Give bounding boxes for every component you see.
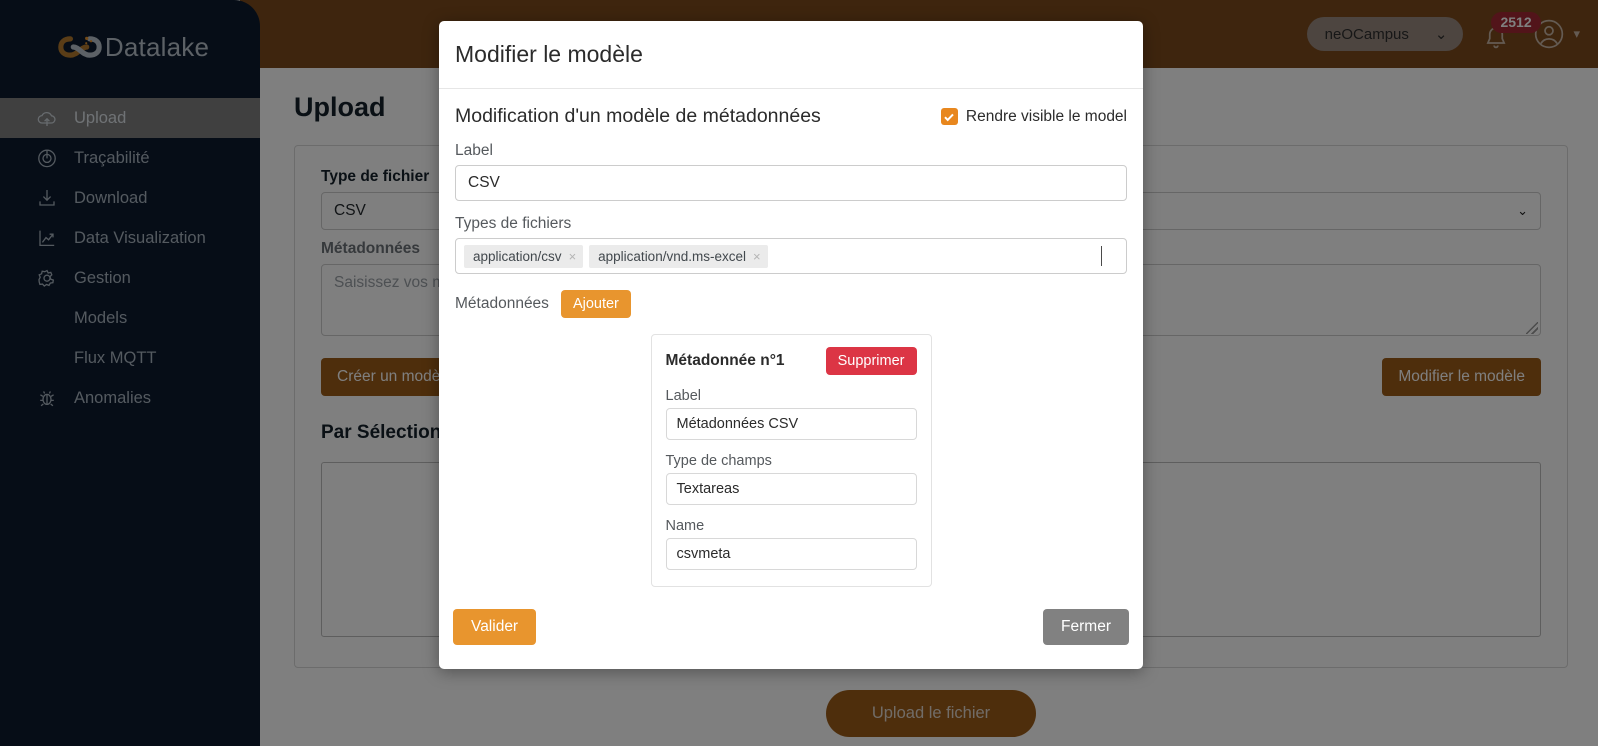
metadata-name-field-label: Name [665, 518, 705, 534]
close-button[interactable]: Fermer [1043, 609, 1129, 645]
add-metadata-button[interactable]: Ajouter [560, 290, 631, 318]
visible-checkbox[interactable] [940, 108, 958, 125]
filetype-tag-label: application/csv [473, 248, 562, 264]
filetypes-input[interactable]: application/csv × application/vnd.ms-exc… [455, 238, 1127, 274]
text-cursor [1101, 246, 1102, 266]
edit-model-modal: Modifier le modèle Modification d'un mod… [439, 21, 1143, 669]
metadata-card-header: Métadonnée n°1 Supprimer [666, 347, 917, 375]
delete-metadata-button[interactable]: Supprimer [825, 347, 917, 375]
label-input[interactable]: CSV [455, 165, 1127, 201]
metadata-section-label: Métadonnées [455, 295, 549, 312]
filetypes-field-label: Types de fichiers [455, 215, 572, 232]
validate-button[interactable]: Valider [453, 609, 537, 645]
modal-subtitle-row: Modification d'un modèle de métadonnées … [455, 105, 1127, 128]
modal-body: Modification d'un modèle de métadonnées … [439, 89, 1143, 587]
screen-root: neOCampus ⌄ 2512 ▾ [0, 0, 1598, 746]
label-input-value: CSV [468, 174, 500, 191]
filetype-tag[interactable]: application/vnd.ms-excel × [589, 244, 768, 268]
metadata-type-input[interactable]: Textareas [665, 473, 917, 505]
metadata-type-input-value: Textareas [676, 481, 740, 497]
check-icon [944, 113, 955, 121]
modal-subtitle: Modification d'un modèle de métadonnées [455, 105, 821, 127]
metadata-card-title: Métadonnée n°1 [665, 352, 785, 369]
label-field-label: Label [455, 142, 493, 159]
metadata-name-input-value: csvmeta [676, 546, 731, 562]
visible-checkbox-label: Rendre visible le model [965, 107, 1127, 125]
filetype-tag-label: application/vnd.ms-excel [598, 248, 746, 264]
metadata-label-input[interactable]: Métadonnées CSV [665, 408, 917, 440]
metadata-add-row: Métadonnées Ajouter [455, 290, 1127, 318]
metadata-label-input-value: Métadonnées CSV [676, 416, 799, 432]
modal-footer: Valider Fermer [439, 587, 1143, 669]
metadata-label-field-label: Label [665, 388, 701, 404]
modal-title: Modifier le modèle [455, 41, 643, 67]
metadata-name-input[interactable]: csvmeta [665, 538, 917, 570]
metadata-type-field-label: Type de champs [665, 453, 772, 469]
filetype-tag[interactable]: application/csv × [464, 244, 584, 268]
close-icon[interactable]: × [753, 249, 761, 264]
modal-header: Modifier le modèle [439, 21, 1143, 89]
visible-checkbox-row[interactable]: Rendre visible le model [940, 107, 1127, 126]
close-icon[interactable]: × [569, 249, 577, 264]
metadata-card: Métadonnée n°1 Supprimer Label Métadonné… [650, 334, 932, 587]
